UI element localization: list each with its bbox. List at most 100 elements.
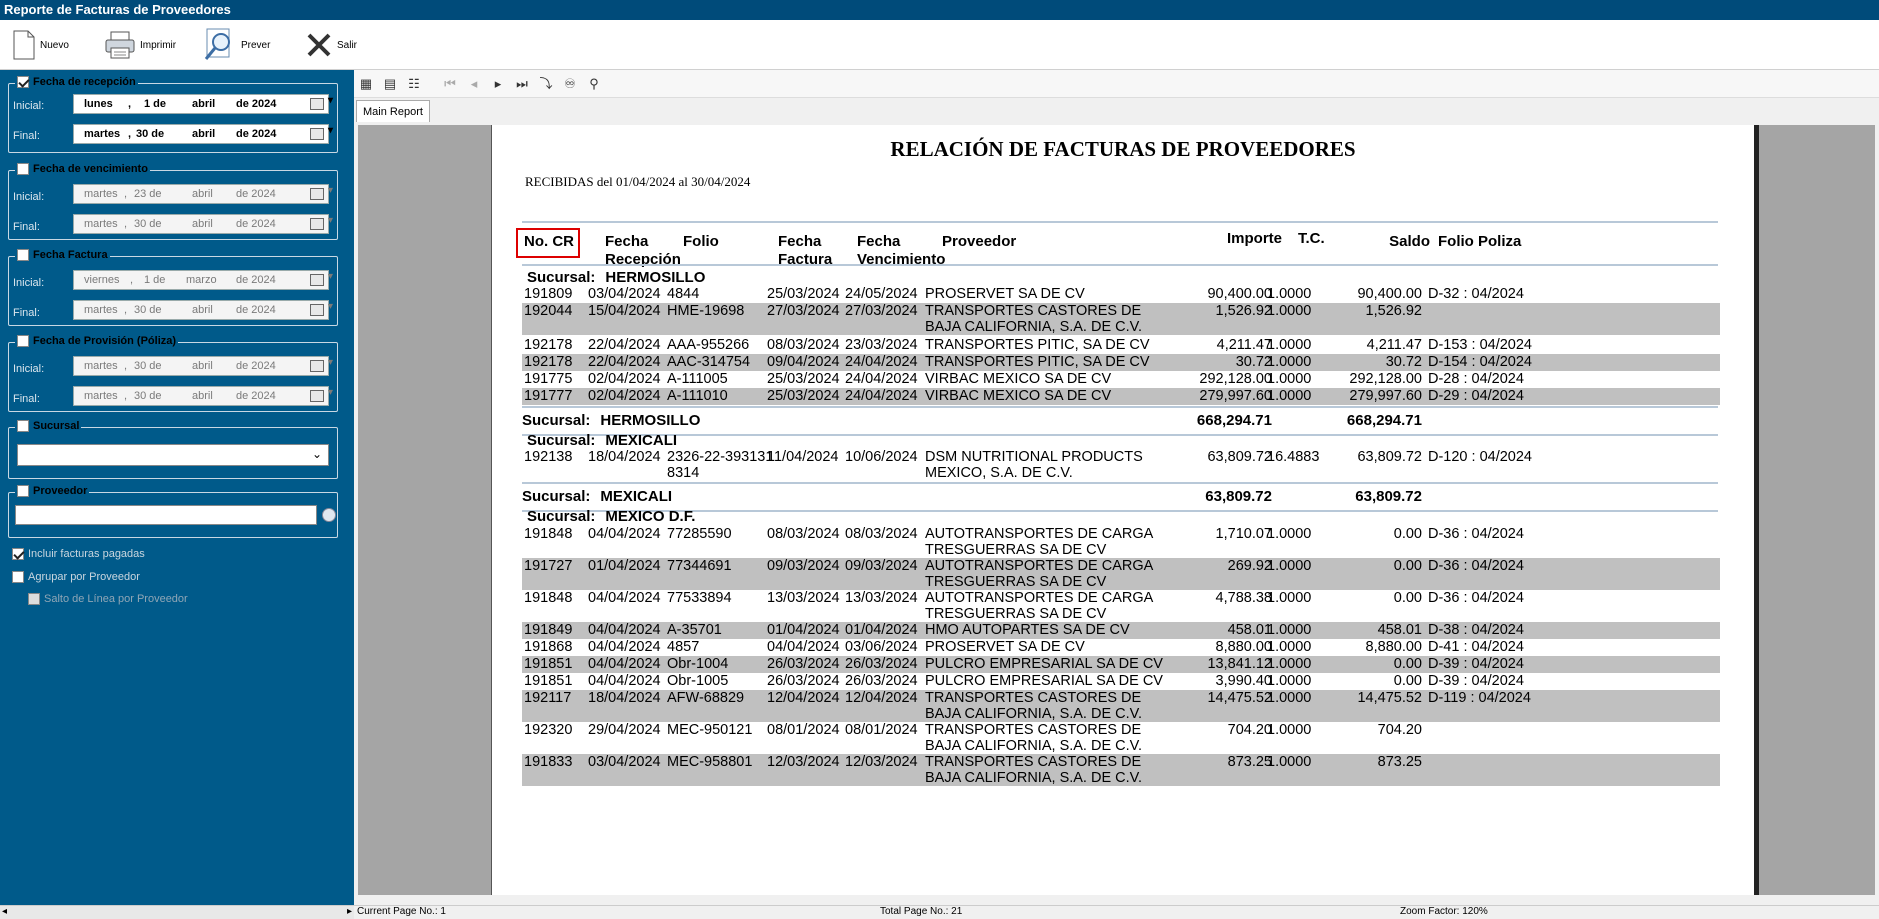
table-cell: 77285590 [667, 526, 732, 542]
group-header-label: Sucursal: [527, 269, 596, 286]
salto-checkbox[interactable] [28, 593, 40, 605]
recepcion-checkbox[interactable] [17, 76, 29, 88]
search-icon[interactable] [322, 508, 336, 522]
table-row: 192320 29/04/2024 MEC-950121 08/01/2024 08/0… [522, 722, 1720, 754]
table-cell: 77344691 [667, 558, 732, 574]
group-total-saldo: 63,809.72 [1355, 488, 1422, 505]
table-cell: 30.72 [1385, 354, 1422, 370]
table-cell: A-111005 [667, 371, 728, 387]
previous-page-icon[interactable]: ◂ [466, 76, 482, 92]
table-cell: 4,788.38 [1215, 590, 1272, 606]
table-cell: DSM NUTRITIONAL PRODUCTS MEXICO, S.A. DE… [925, 449, 1143, 481]
agrupar-option[interactable]: Agrupar por Proveedor [12, 571, 140, 583]
proveedor-input[interactable] [15, 505, 317, 525]
calendar-dropdown-icon[interactable] [310, 125, 333, 140]
table-cell: 192178 [524, 354, 573, 370]
table-cell: D-36 : 04/2024 [1428, 558, 1524, 574]
provision-toggle[interactable]: Fecha de Provisión (Póliza) [15, 335, 179, 347]
table-cell: 13,841.12 [1207, 656, 1272, 672]
group-total-line [522, 482, 1718, 484]
next-page-icon[interactable]: ▸ [490, 76, 506, 92]
table-cell: MEC-958801 [667, 754, 753, 770]
incluir-pagadas-checkbox[interactable] [12, 548, 24, 560]
factura-final-label: Final: [13, 307, 40, 319]
vencimiento-final-picker[interactable]: martes, 30 de abril de 2024 [73, 214, 333, 234]
goto-page-icon[interactable]: ⤵ [538, 76, 554, 92]
export-icon[interactable]: ▦ [358, 76, 374, 92]
tab-main-report[interactable]: Main Report [356, 100, 430, 122]
factura-inicial-picker[interactable]: viernes, 1 de marzo de 2024 [73, 270, 333, 290]
binoculars-icon[interactable]: ♾ [562, 76, 578, 92]
table-cell: 1.0000 [1267, 722, 1312, 738]
calendar-dropdown-icon[interactable] [310, 215, 333, 230]
recepcion-toggle[interactable]: Fecha de recepción [15, 76, 138, 88]
table-cell: 18/04/2024 [588, 690, 661, 706]
scroll-right-icon[interactable]: ▸ [347, 906, 352, 918]
status-bar: ◂ ▸ Current Page No.: 1 Total Page No.: … [0, 905, 1879, 919]
print-icon[interactable]: ▤ [382, 76, 398, 92]
filter-panel: Fecha de recepción Inicial: lunes, 1 de … [0, 70, 354, 905]
sucursal-checkbox[interactable] [17, 420, 29, 432]
table-cell: 23/03/2024 [845, 337, 918, 353]
salto-option[interactable]: Salto de Línea por Proveedor [28, 593, 188, 605]
exit-button[interactable]: Salir [305, 26, 357, 64]
zoom-icon[interactable]: ⚲ [586, 76, 602, 92]
table-cell: 27/03/2024 [845, 303, 918, 319]
table-cell: 2326-22-393131 8314 [667, 449, 774, 481]
horizontal-scrollbar[interactable]: ◂ ▸ [0, 906, 354, 919]
preview-button[interactable]: Prever [203, 26, 270, 64]
table-cell: 08/01/2024 [767, 722, 840, 738]
proveedor-toggle[interactable]: Proveedor [15, 485, 90, 497]
group-total-name: MEXICALI [600, 488, 673, 505]
provision-inicial-picker[interactable]: martes, 30 de abril de 2024 [73, 356, 333, 376]
calendar-dropdown-icon[interactable] [310, 185, 333, 200]
proveedor-group: Proveedor [8, 485, 338, 538]
calendar-dropdown-icon[interactable] [310, 357, 333, 372]
magnifier-preview-icon [204, 28, 230, 60]
new-button[interactable]: Nuevo [12, 26, 69, 64]
recepcion-final-picker[interactable]: martes, 30 de abril de 2024 [73, 124, 333, 144]
table-cell: 26/03/2024 [767, 673, 840, 689]
factura-checkbox[interactable] [17, 249, 29, 261]
vencimiento-toggle[interactable]: Fecha de vencimiento [15, 163, 150, 175]
table-row: 191848 04/04/2024 77533894 13/03/2024 13/03/… [522, 590, 1720, 622]
calendar-dropdown-icon[interactable] [310, 301, 333, 316]
table-cell: 24/04/2024 [845, 388, 918, 404]
recepcion-inicial-picker[interactable]: lunes, 1 de abril de 2024 [73, 94, 333, 114]
proveedor-checkbox[interactable] [17, 485, 29, 497]
table-cell: 191833 [524, 754, 573, 770]
factura-final-picker[interactable]: martes, 30 de abril de 2024 [73, 300, 333, 320]
factura-toggle[interactable]: Fecha Factura [15, 249, 110, 261]
print-button[interactable]: Imprimir [104, 26, 176, 64]
table-cell: 26/03/2024 [767, 656, 840, 672]
table-cell: 11/04/2024 [767, 449, 839, 465]
sucursal-toggle[interactable]: Sucursal [15, 420, 82, 432]
last-page-icon[interactable]: ⏭ [514, 76, 530, 92]
calendar-dropdown-icon[interactable] [310, 387, 333, 402]
calendar-dropdown-icon[interactable] [310, 95, 333, 110]
table-cell: 8,880.00 [1215, 639, 1272, 655]
table-row: 191727 01/04/2024 77344691 09/03/2024 09/03/… [522, 558, 1720, 590]
group-header-0: Sucursal: HERMOSILLO [527, 269, 705, 286]
table-cell: TRANSPORTES CASTORES DE BAJA CALIFORNIA,… [925, 722, 1143, 754]
scroll-left-icon[interactable]: ◂ [2, 906, 7, 918]
table-cell: D-29 : 04/2024 [1428, 388, 1524, 404]
provision-checkbox[interactable] [17, 335, 29, 347]
vencimiento-inicial-picker[interactable]: martes, 23 de abril de 2024 [73, 184, 333, 204]
agrupar-checkbox[interactable] [12, 571, 24, 583]
table-cell: PULCRO EMPRESARIAL SA DE CV [925, 656, 1163, 672]
table-row: 191809 03/04/2024 4844 25/03/2024 24/05/2024… [522, 286, 1720, 303]
table-cell: 09/04/2024 [767, 354, 840, 370]
provision-final-picker[interactable]: martes, 30 de abril de 2024 [73, 386, 333, 406]
table-cell: 191848 [524, 590, 573, 606]
sucursal-select[interactable]: ⌄ [17, 444, 329, 466]
vencimiento-checkbox[interactable] [17, 163, 29, 175]
table-row: 192117 18/04/2024 AFW-68829 12/04/2024 12/04… [522, 690, 1720, 722]
incluir-pagadas-option[interactable]: Incluir facturas pagadas [12, 548, 145, 560]
group-tree-icon[interactable]: ☷ [406, 76, 422, 92]
table-cell: 04/04/2024 [588, 639, 661, 655]
printer-icon [105, 31, 135, 59]
calendar-dropdown-icon[interactable] [310, 271, 333, 286]
first-page-icon[interactable]: ⏮ [442, 76, 458, 92]
table-cell: D-39 : 04/2024 [1428, 673, 1524, 689]
